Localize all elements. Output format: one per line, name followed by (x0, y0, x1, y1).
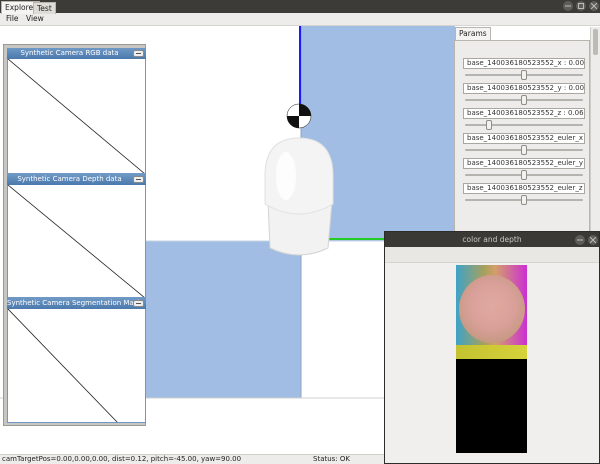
slider-handle[interactable] (521, 145, 527, 155)
color-depth-title: color and depth (462, 235, 522, 244)
tab-params[interactable]: Params (455, 27, 491, 40)
depth-image-view (456, 359, 527, 453)
close-icon[interactable] (588, 235, 598, 245)
color-depth-titlebar[interactable]: color and depth (385, 232, 599, 247)
color-depth-image (456, 265, 527, 453)
status-bar: camTargetPos=0.00,0.00,0.00, dist=0.12, … (0, 454, 384, 464)
window-titlebar[interactable] (0, 0, 600, 13)
floor-tile (146, 241, 301, 398)
slider-handle[interactable] (521, 170, 527, 180)
param-slider[interactable] (463, 169, 585, 181)
dock-rgb: Synthetic Camera RGB data (7, 48, 146, 174)
dock-rgb-label: Synthetic Camera RGB data (20, 49, 119, 57)
floor-tile (301, 241, 385, 398)
status-text: Status: OK (313, 455, 350, 463)
param-row: base_140036180523552_x : 0.000 (463, 58, 585, 81)
slider-handle[interactable] (521, 195, 527, 205)
param-row: base_140036180523552_y : 0.000 (463, 83, 585, 106)
minimize-icon[interactable] (133, 300, 144, 307)
color-depth-window: color and depth (384, 231, 600, 464)
param-slider[interactable] (463, 94, 585, 106)
params-panel: base_140036180523552_x : 0.000 base_14003… (454, 40, 590, 234)
param-label: base_140036180523552_x : 0.000 (463, 58, 585, 69)
dock-segmentation-title[interactable]: Synthetic Camera Segmentation Mask (7, 298, 146, 309)
param-label: base_140036180523552_y : 0.000 (463, 83, 585, 94)
param-row: base_140036180523552_euler_z : 0. (463, 183, 585, 206)
param-label: base_140036180523552_z : 0.060 (463, 108, 585, 119)
dock-segmentation-label: Synthetic Camera Segmentation Mask (7, 299, 142, 307)
minimize-icon[interactable] (563, 1, 573, 11)
param-row: base_140036180523552_euler_y : 0. (463, 158, 585, 181)
param-slider[interactable] (463, 119, 585, 131)
param-slider[interactable] (463, 194, 585, 206)
tab-test[interactable]: Test (33, 2, 56, 14)
menu-file[interactable]: File (6, 14, 19, 23)
params-scrollbar[interactable] (590, 27, 600, 231)
dock-rgb-title[interactable]: Synthetic Camera RGB data (7, 48, 146, 59)
close-icon[interactable] (589, 1, 599, 11)
segmentation-image (7, 309, 146, 423)
param-slider[interactable] (463, 144, 585, 156)
robot-body (264, 137, 334, 215)
param-row: base_140036180523552_z : 0.060 (463, 108, 585, 131)
camera-status: camTargetPos=0.00,0.00,0.00, dist=0.12, … (2, 455, 242, 463)
explorer-panel: Synthetic Camera RGB data Synthetic Came… (3, 44, 146, 426)
color-image (456, 265, 527, 359)
slider-handle[interactable] (521, 95, 527, 105)
minimize-icon[interactable] (133, 176, 144, 183)
param-label: base_140036180523552_euler_z : 0. (463, 183, 585, 194)
dock-depth-label: Synthetic Camera Depth data (17, 175, 122, 183)
dock-depth: Synthetic Camera Depth data (7, 174, 146, 298)
scrollbar-thumb[interactable] (593, 29, 598, 55)
slider-handle[interactable] (486, 120, 492, 130)
maximize-icon[interactable] (576, 1, 586, 11)
rgb-image (7, 59, 146, 174)
menu-view[interactable]: View (26, 14, 44, 23)
param-row: base_140036180523552_euler_x : 0. (463, 133, 585, 156)
color-depth-toolbar (385, 247, 599, 263)
slider-handle[interactable] (521, 70, 527, 80)
minimize-icon[interactable] (133, 50, 144, 57)
dock-depth-title[interactable]: Synthetic Camera Depth data (7, 174, 146, 185)
dock-segmentation: Synthetic Camera Segmentation Mask (7, 298, 146, 423)
minimize-icon[interactable] (575, 235, 585, 245)
menu-bar: File View (0, 13, 600, 26)
param-label: base_140036180523552_euler_y : 0. (463, 158, 585, 169)
depth-image (7, 185, 146, 298)
param-slider[interactable] (463, 69, 585, 81)
param-label: base_140036180523552_euler_x : 0. (463, 133, 585, 144)
